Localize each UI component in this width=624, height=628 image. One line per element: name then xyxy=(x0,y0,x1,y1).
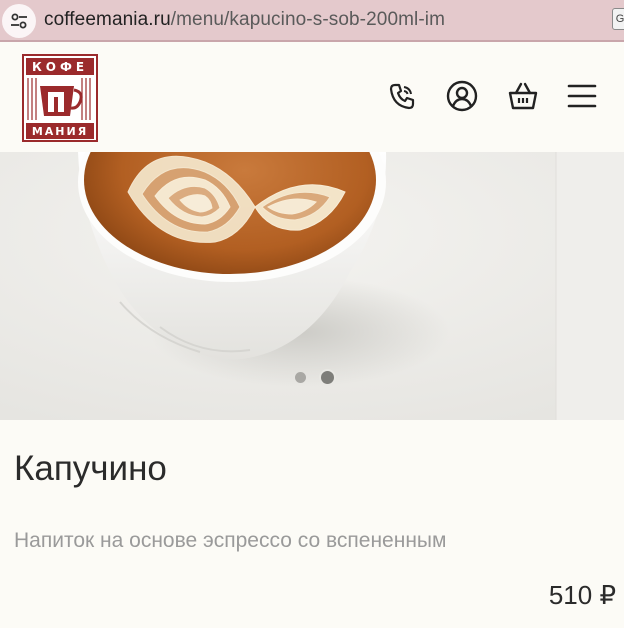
site-header: КОФЕ МАНИЯ xyxy=(0,44,624,152)
carousel-pagination xyxy=(295,369,339,386)
menu-icon[interactable] xyxy=(566,80,598,112)
product-title: Капучино xyxy=(14,449,167,488)
browser-address-bar: coffeemania.ru/menu/kapucino-s-sob-200ml… xyxy=(0,0,624,42)
url-field[interactable]: coffeemania.ru/menu/kapucino-s-sob-200ml… xyxy=(44,9,445,31)
product-price: 510 ₽ xyxy=(548,580,616,610)
coffeemania-logo[interactable]: КОФЕ МАНИЯ xyxy=(22,54,98,142)
phone-icon[interactable] xyxy=(386,80,418,112)
logo-bottom-text: МАНИЯ xyxy=(32,125,88,138)
site-settings-button[interactable] xyxy=(2,4,36,38)
carousel-dot-1[interactable] xyxy=(295,372,306,383)
carousel-dot-2-active[interactable] xyxy=(319,369,336,386)
url-domain: coffeemania.ru xyxy=(44,9,171,30)
product-description: Напиток на основе эспрессо со вспененным xyxy=(14,529,447,552)
user-icon[interactable] xyxy=(446,80,478,112)
tune-icon xyxy=(11,13,27,29)
google-g-icon[interactable]: G xyxy=(612,8,624,30)
logo-top-text: КОФЕ xyxy=(32,60,88,74)
url-path: /menu/kapucino-s-sob-200ml-im xyxy=(170,9,446,30)
basket-icon[interactable] xyxy=(507,80,539,112)
